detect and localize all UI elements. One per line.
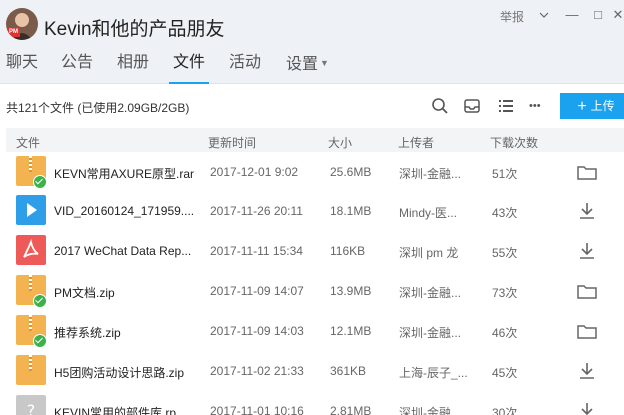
file-name[interactable]: KEVIN常用的部件库.rp <box>54 404 202 415</box>
file-row[interactable]: 推荐系统.zip 2017-11-09 14:03 12.1MB 深圳-金融..… <box>6 312 624 351</box>
file-date: 2017-11-02 21:33 <box>210 364 304 378</box>
file-name[interactable]: H5团购活动设计思路.zip <box>54 364 202 381</box>
file-uploader: 深圳-金融... <box>399 406 461 415</box>
pdf-file-icon <box>16 235 46 265</box>
file-download-count: 46次 <box>492 326 518 340</box>
plus-icon: + <box>577 98 587 115</box>
list-view-icon[interactable] <box>496 96 516 116</box>
column-size[interactable]: 大小 <box>328 134 352 151</box>
minimize-button[interactable]: — <box>564 6 580 24</box>
file-size: 18.1MB <box>330 204 372 218</box>
dropdown-arrow-icon[interactable] <box>536 6 552 24</box>
column-uploader[interactable]: 上传者 <box>398 134 434 151</box>
more-icon[interactable]: ••• <box>529 96 549 116</box>
file-uploader: 上海-辰子_... <box>399 366 468 380</box>
downloaded-check-icon <box>33 334 47 348</box>
file-size: 25.6MB <box>330 165 372 179</box>
downloaded-check-icon <box>33 294 47 308</box>
tab-announcement[interactable]: 公告 <box>61 52 93 84</box>
report-link[interactable]: 举报 <box>500 8 524 25</box>
file-row[interactable]: ? KEVIN常用的部件库.rp 2017-11-01 10:16 2.81MB… <box>6 392 624 415</box>
archive-file-icon <box>16 355 46 385</box>
file-date: 2017-12-01 9:02 <box>210 165 299 179</box>
storage-summary: 共121个文件 (已使用2.09GB/2GB) <box>6 101 190 115</box>
file-date: 2017-11-01 10:16 <box>210 404 304 415</box>
downloaded-check-icon <box>33 175 47 189</box>
avatar-badge: PM <box>9 29 18 35</box>
file-date: 2017-11-09 14:03 <box>210 324 304 338</box>
file-name[interactable]: KEVN常用AXURE原型.rar <box>54 165 202 182</box>
file-name[interactable]: 2017 WeChat Data Rep... <box>54 244 202 258</box>
file-row[interactable]: PM文档.zip 2017-11-09 14:07 13.9MB 深圳-金融..… <box>6 272 624 311</box>
file-uploader: Mindy-医... <box>399 206 458 220</box>
group-title: Kevin和他的产品朋友 <box>44 19 225 40</box>
download-icon[interactable] <box>576 241 598 261</box>
column-downloads[interactable]: 下载次数 <box>490 134 538 151</box>
file-date: 2017-11-11 15:34 <box>210 244 303 258</box>
close-button[interactable]: ✕ <box>610 6 624 24</box>
file-uploader: 深圳 pm 龙 <box>399 246 459 260</box>
window-header: PM Kevin和他的产品朋友 举报 — □ ✕ 聊天 公告 相册 文件 活动 … <box>0 0 624 84</box>
file-size: 2.81MB <box>330 404 372 415</box>
download-icon[interactable] <box>576 361 598 381</box>
file-uploader: 深圳-金融... <box>399 167 461 181</box>
file-download-count: 51次 <box>492 167 518 181</box>
file-row[interactable]: VID_20160124_171959.... 2017-11-26 20:11… <box>6 192 624 231</box>
file-row[interactable]: KEVN常用AXURE原型.rar 2017-12-01 9:02 25.6MB… <box>6 153 624 192</box>
tab-chat[interactable]: 聊天 <box>6 52 38 84</box>
file-download-count: 45次 <box>492 366 518 380</box>
upload-button[interactable]: + 上传 <box>560 93 624 119</box>
folder-icon[interactable] <box>576 321 598 341</box>
folder-icon[interactable] <box>576 162 598 182</box>
tab-album[interactable]: 相册 <box>117 52 149 84</box>
tab-settings-label: 设置 <box>286 56 319 73</box>
file-name[interactable]: VID_20160124_171959.... <box>54 204 202 218</box>
download-icon[interactable] <box>576 201 598 221</box>
file-date: 2017-11-09 14:07 <box>210 284 304 298</box>
file-size: 13.9MB <box>330 284 372 298</box>
file-date: 2017-11-26 20:11 <box>210 204 303 218</box>
file-size: 12.1MB <box>330 324 372 338</box>
file-download-count: 30次 <box>492 406 518 415</box>
tab-files[interactable]: 文件 <box>168 52 210 84</box>
column-name[interactable]: 文件 <box>16 134 40 151</box>
folder-icon[interactable] <box>576 281 598 301</box>
unknown-file-icon: ? <box>16 395 46 415</box>
file-toolbar: 共121个文件 (已使用2.09GB/2GB) ••• + 上传 <box>0 86 624 126</box>
file-size: 116KB <box>330 244 366 258</box>
inbox-icon[interactable] <box>462 96 482 116</box>
video-file-icon <box>16 195 46 225</box>
maximize-button[interactable]: □ <box>590 6 606 24</box>
file-name[interactable]: PM文档.zip <box>54 284 202 301</box>
tab-settings[interactable]: 设置 ▼ <box>286 52 329 84</box>
group-avatar[interactable]: PM <box>6 8 38 40</box>
column-header: 文件 更新时间 大小 上传者 下载次数 <box>6 128 624 152</box>
file-download-count: 73次 <box>492 286 518 300</box>
file-name[interactable]: 推荐系统.zip <box>54 324 202 341</box>
svg-text:?: ? <box>27 401 36 415</box>
tab-events[interactable]: 活动 <box>229 52 261 84</box>
file-row[interactable]: H5团购活动设计思路.zip 2017-11-02 21:33 361KB 上海… <box>6 352 624 391</box>
file-uploader: 深圳-金融... <box>399 326 461 340</box>
file-row[interactable]: 2017 WeChat Data Rep... 2017-11-11 15:34… <box>6 232 624 271</box>
column-date[interactable]: 更新时间 <box>208 134 256 151</box>
search-icon[interactable] <box>430 96 450 116</box>
file-size: 361KB <box>330 364 367 378</box>
download-icon[interactable] <box>576 401 598 415</box>
caret-down-icon: ▼ <box>320 58 329 68</box>
file-download-count: 43次 <box>492 206 518 220</box>
upload-label: 上传 <box>590 99 615 113</box>
avatar-image <box>8 13 32 40</box>
file-uploader: 深圳-金融... <box>399 286 461 300</box>
file-download-count: 55次 <box>492 246 518 260</box>
